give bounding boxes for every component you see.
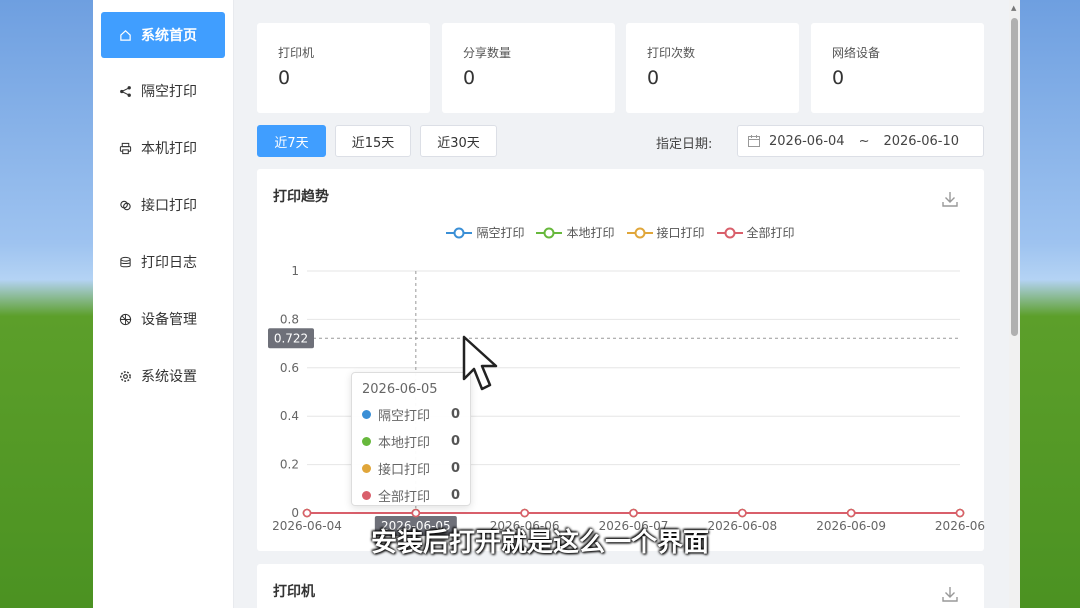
tooltip-series-value: 0 bbox=[450, 488, 460, 503]
tooltip-row: 隔空打印 0 bbox=[362, 405, 460, 424]
series-dot-icon bbox=[362, 437, 371, 446]
tooltip-series-value: 0 bbox=[450, 461, 460, 476]
tooltip-row: 接口打印 0 bbox=[362, 459, 460, 478]
data-point bbox=[520, 508, 529, 518]
y-tick-label: 1 bbox=[291, 264, 299, 278]
data-point bbox=[846, 508, 856, 518]
tooltip-series-value: 0 bbox=[450, 434, 460, 449]
tooltip-row: 全部打印 0 bbox=[362, 486, 460, 505]
tooltip-series-value: 0 bbox=[450, 407, 460, 422]
y-tick-label: 0.6 bbox=[280, 361, 299, 375]
tooltip-series-name: 隔空打印 bbox=[378, 409, 431, 424]
tooltip-date: 2026-06-05 bbox=[362, 382, 438, 397]
data-point bbox=[411, 508, 421, 518]
tooltip-series-name: 接口打印 bbox=[378, 463, 431, 478]
data-point bbox=[302, 508, 312, 518]
tooltip-series-name: 本地打印 bbox=[378, 436, 431, 451]
y-tick-label: 0.2 bbox=[280, 458, 299, 472]
crosshair-y-label: 0.722 bbox=[274, 331, 308, 345]
video-caption: 安装后打开就是这么一个界面 bbox=[370, 528, 709, 558]
y-tick-label: 0 bbox=[291, 506, 299, 520]
series-dot-icon bbox=[362, 491, 371, 500]
print-trend-chart: 00.20.40.60.810.7222026-06-042026-06-052… bbox=[268, 264, 985, 536]
data-point bbox=[738, 508, 747, 518]
y-tick-label: 0.4 bbox=[280, 409, 299, 423]
tooltip-row: 本地打印 0 bbox=[362, 432, 460, 451]
data-point bbox=[629, 508, 638, 518]
mouse-cursor-icon bbox=[462, 335, 498, 391]
chart-tooltip: 2026-06-05 隔空打印 0 本地打印 0 接口打印 0 全部打印 0 bbox=[351, 372, 471, 506]
series-dot-icon bbox=[362, 464, 371, 473]
y-tick-label: 0.8 bbox=[280, 312, 299, 326]
series-dot-icon bbox=[362, 410, 371, 419]
data-point bbox=[955, 508, 965, 518]
tooltip-series-name: 全部打印 bbox=[378, 490, 431, 505]
